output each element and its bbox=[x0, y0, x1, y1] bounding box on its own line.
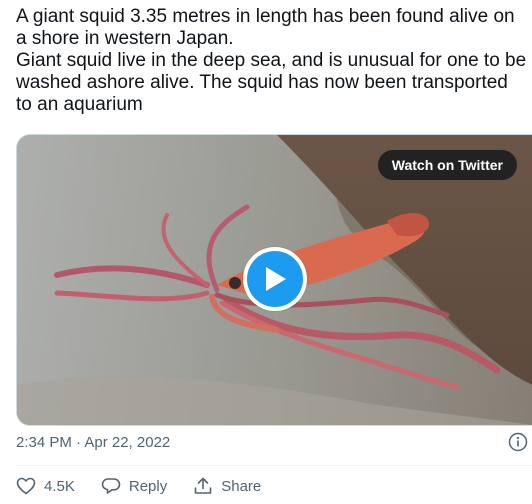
share-icon bbox=[194, 477, 212, 494]
divider bbox=[16, 465, 532, 466]
tweet-text: A giant squid 3.35 metres in length has … bbox=[16, 6, 527, 115]
like-button[interactable]: 4.5K bbox=[16, 477, 75, 495]
heart-icon bbox=[16, 477, 36, 495]
share-button[interactable]: Share bbox=[193, 477, 261, 495]
reply-button[interactable]: Reply bbox=[101, 477, 167, 495]
play-button[interactable] bbox=[243, 247, 307, 311]
play-icon bbox=[266, 267, 286, 291]
reply-label: Reply bbox=[128, 477, 168, 495]
tweet-timestamp[interactable]: 2:34 PM · Apr 22, 2022 bbox=[16, 434, 170, 451]
watch-on-twitter-button[interactable]: Watch on Twitter bbox=[377, 150, 517, 180]
share-label: Share bbox=[221, 477, 262, 495]
video-thumbnail[interactable]: Watch on Twitter bbox=[16, 134, 532, 426]
reply-bubble-icon bbox=[101, 478, 121, 494]
tweet-actions: 4.5K Reply Share bbox=[16, 475, 287, 497]
like-count: 4.5K bbox=[44, 477, 75, 495]
info-icon[interactable] bbox=[508, 432, 528, 452]
